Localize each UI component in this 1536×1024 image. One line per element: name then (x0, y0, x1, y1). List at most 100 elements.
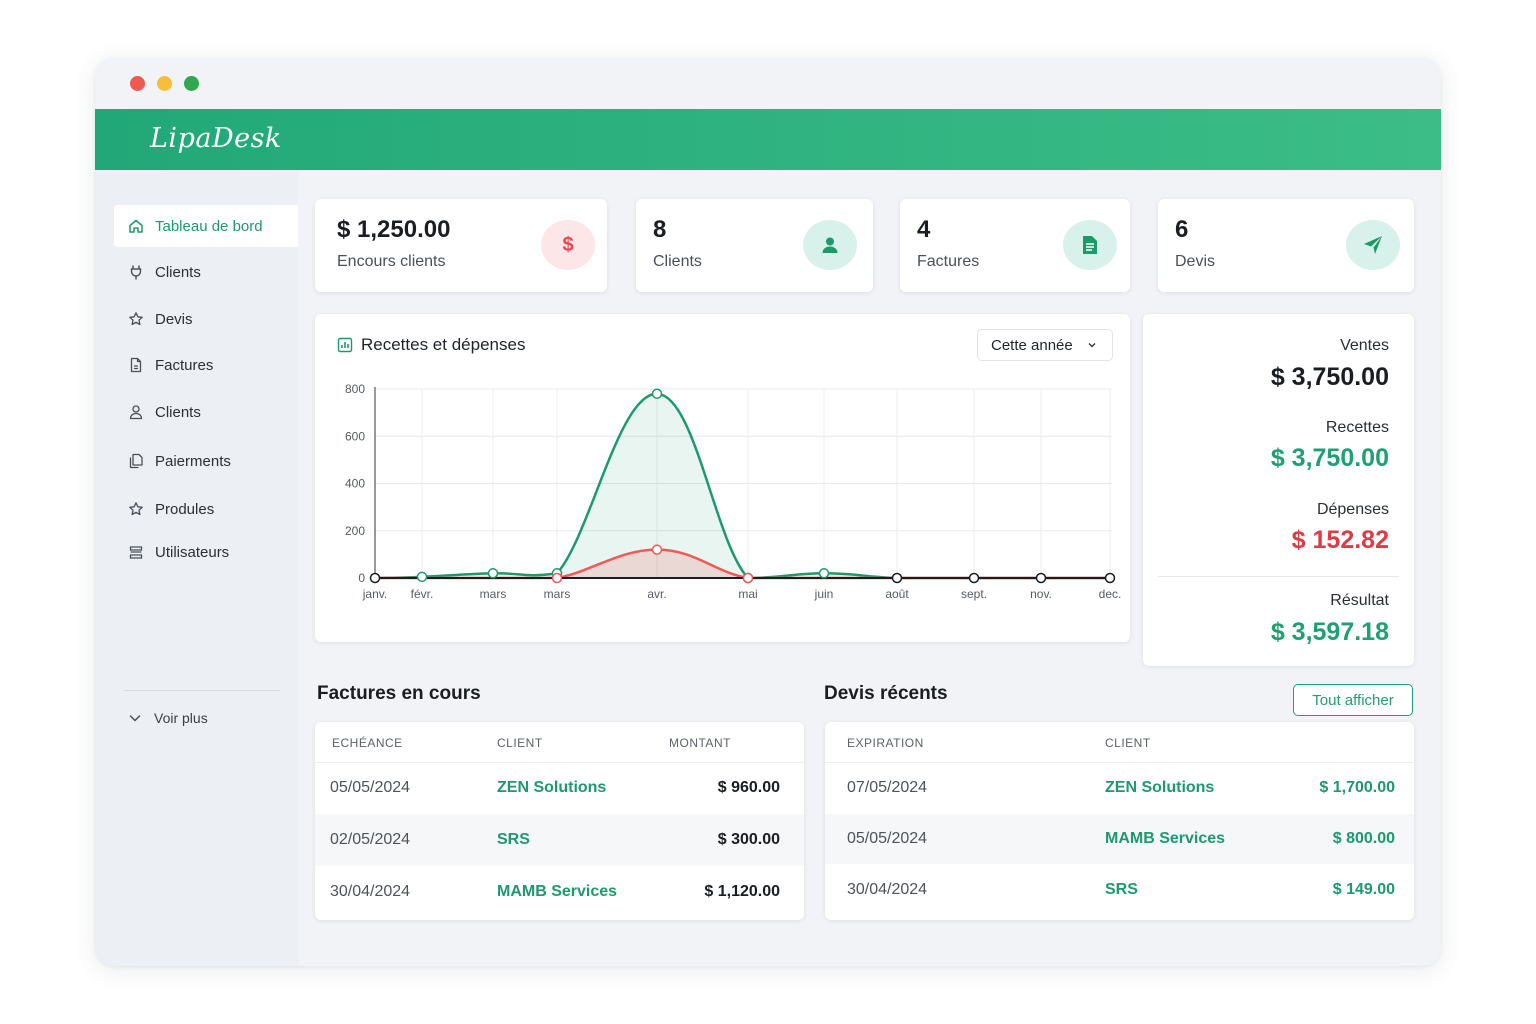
data-point (891, 572, 903, 584)
sidebar-item-label: Produles (155, 500, 215, 518)
sidebar-item-dashboard[interactable]: Tableau de bord (114, 205, 298, 247)
stat-value: 8 (653, 216, 667, 243)
row-client-link[interactable]: SRS (1105, 881, 1138, 899)
sidebar-divider (124, 690, 280, 691)
result-value: $ 3,597.18 (1270, 618, 1389, 646)
sidebar-item-factures[interactable]: Factures (114, 344, 298, 386)
data-point (968, 572, 980, 584)
minimize-window-button[interactable] (157, 76, 172, 91)
x-tick-label: mars (544, 587, 571, 601)
row-client-link[interactable]: MAMB Services (1105, 830, 1225, 848)
see-more-button[interactable]: Voir plus (128, 710, 208, 726)
row-client-link[interactable]: ZEN Solutions (497, 779, 606, 797)
app-window: LipaDesk Tableau de bord Clients Devis F… (95, 58, 1441, 966)
sidebar-item-label: Clients (155, 263, 201, 281)
table-row[interactable]: 30/04/2024 MAMB Services $ 1,120.00 (315, 866, 804, 920)
view-all-button[interactable]: Tout afficher (1293, 684, 1413, 716)
line-chart: 0 200 400 600 800 janv. févr. mars mars avr. mai ju… (345, 382, 1122, 601)
stat-card-quotes[interactable]: 6 Devis (1158, 199, 1414, 292)
sidebar-item-produits[interactable]: Produles (114, 488, 298, 530)
stat-label: Clients (653, 253, 702, 270)
close-window-button[interactable] (130, 76, 145, 91)
invoices-table: ECHÉANCE CLIENT MONTANT 05/05/2024 ZEN S… (315, 722, 804, 920)
x-tick-label: avr. (647, 587, 666, 601)
quotes-section-title: Devis récents (824, 683, 948, 704)
stat-card-clients[interactable]: 8 Clients (636, 199, 873, 292)
sidebar-item-utilisateurs[interactable]: Utilisateurs (114, 531, 298, 573)
row-client-link[interactable]: MAMB Services (497, 883, 617, 901)
copy-icon (129, 453, 143, 469)
row-amount: $ 1,120.00 (704, 883, 780, 900)
data-point (416, 571, 428, 583)
data-point (818, 568, 830, 579)
x-tick-label: mars (480, 587, 507, 601)
document-icon (1063, 220, 1117, 270)
y-tick-label: 800 (345, 382, 365, 396)
column-header-due-date[interactable]: ECHÉANCE (332, 736, 403, 750)
expenses-label: Dépenses (1316, 501, 1389, 518)
column-header-amount[interactable]: MONTANT (669, 736, 731, 750)
plug-icon (130, 265, 142, 280)
x-tick-label: août (885, 587, 909, 601)
receipts-label: Recettes (1325, 419, 1389, 436)
star-icon (129, 312, 143, 326)
quotes-table: EXPIRATION CLIENT 07/05/2024 ZEN Solutio… (825, 722, 1414, 920)
sidebar-item-clients[interactable]: Clients (114, 251, 298, 293)
window-controls (130, 76, 199, 91)
row-amount: $ 149.00 (1332, 881, 1395, 898)
stat-label: Factures (917, 253, 980, 270)
home-icon (129, 219, 143, 233)
receipts-value: $ 3,750.00 (1270, 444, 1389, 472)
sales-label: Ventes (1340, 337, 1389, 354)
sidebar-item-paiements[interactable]: Paierments (114, 440, 298, 482)
document-icon (130, 357, 142, 373)
x-tick-label: mai (738, 587, 757, 601)
table-row[interactable]: 05/05/2024 ZEN Solutions $ 960.00 (315, 762, 804, 814)
stat-value: $ 1,250.00 (337, 216, 451, 243)
x-tick-label: juin (814, 587, 834, 601)
series-line (374, 392, 1110, 580)
x-tick-label: dec. (1099, 587, 1122, 601)
row-date: 30/04/2024 (847, 881, 928, 898)
sidebar-item-label: Tableau de bord (155, 217, 263, 235)
user-icon (129, 405, 143, 420)
x-tick-label: nov. (1030, 587, 1052, 601)
column-header-expiration[interactable]: EXPIRATION (847, 736, 924, 750)
sidebar-item-label: Clients (155, 403, 201, 421)
stat-label: Devis (1175, 253, 1216, 270)
table-header: ECHÉANCE CLIENT MONTANT (315, 722, 804, 763)
row-date: 02/05/2024 (330, 831, 411, 848)
data-point (1104, 572, 1116, 584)
sidebar-item-label: Paierments (155, 452, 231, 470)
sidebar-item-clients-2[interactable]: Clients (114, 391, 298, 433)
sidebar-item-devis[interactable]: Devis (114, 298, 298, 340)
maximize-window-button[interactable] (184, 76, 199, 91)
y-tick-label: 600 (345, 429, 365, 443)
column-header-client[interactable]: CLIENT (1105, 736, 1151, 750)
app-logo[interactable]: LipaDesk (150, 123, 282, 154)
invoices-section-title: Factures en cours (317, 683, 481, 704)
y-tick-label: 400 (345, 477, 365, 491)
row-client-link[interactable]: SRS (497, 831, 530, 849)
stat-value: 4 (917, 216, 931, 243)
row-date: 05/05/2024 (330, 779, 411, 796)
chevron-down-icon (129, 715, 141, 722)
paper-plane-icon (1346, 220, 1400, 270)
stat-value: 6 (1175, 216, 1189, 243)
row-client-link[interactable]: ZEN Solutions (1105, 779, 1214, 797)
sidebar-item-label: Factures (155, 356, 214, 374)
expenses-value: $ 152.82 (1291, 526, 1389, 554)
sidebar-item-label: Devis (155, 310, 193, 328)
star-icon (129, 502, 143, 516)
row-amount: $ 300.00 (717, 831, 780, 848)
table-row[interactable]: 02/05/2024 SRS $ 300.00 (315, 814, 804, 866)
stat-card-invoices[interactable]: 4 Factures (900, 199, 1130, 292)
x-tick-label: févr. (411, 587, 434, 601)
data-point (651, 544, 663, 555)
column-header-client[interactable]: CLIENT (497, 736, 543, 750)
table-row[interactable]: 30/04/2024 SRS $ 149.00 (825, 864, 1414, 920)
table-row[interactable]: 05/05/2024 MAMB Services $ 800.00 (825, 814, 1414, 864)
table-row[interactable]: 07/05/2024 ZEN Solutions $ 1,700.00 (825, 762, 1414, 814)
x-tick-label: janv. (362, 587, 387, 601)
stat-card-outstanding[interactable]: $ 1,250.00 Encours clients $ (315, 199, 607, 292)
